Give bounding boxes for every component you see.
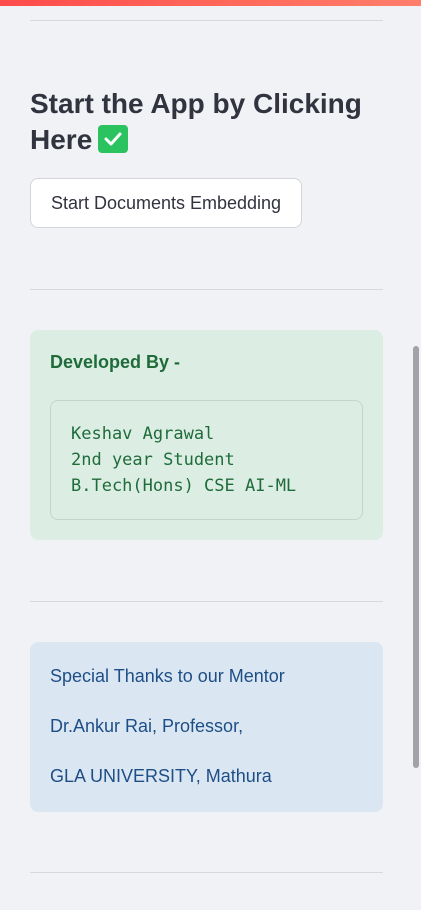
developer-title: Developed By - [50,352,181,372]
divider [30,872,383,873]
thanks-heading: Special Thanks to our Mentor [50,666,285,686]
mentor-university: GLA UNIVERSITY, Mathura [50,766,272,786]
divider [30,601,383,602]
developer-success-box: Developed By - Keshav Agrawal 2nd year S… [30,330,383,540]
developer-name: Keshav Agrawal [71,424,215,444]
check-mark-icon [98,125,129,153]
mentor-info-box: Special Thanks to our Mentor Dr.Ankur Ra… [30,642,383,812]
developer-code-block: Keshav Agrawal 2nd year Student B.Tech(H… [50,400,363,520]
start-documents-embedding-button[interactable]: Start Documents Embedding [30,178,302,228]
developer-year: 2nd year Student [71,450,235,470]
sidebar-heading: Start the App by Clicking Here [30,86,370,158]
divider [30,289,383,290]
heading-text: Start the App by Clicking Here [30,88,362,155]
divider [30,20,383,21]
sidebar-scrollbar-thumb[interactable] [413,346,419,768]
top-accent-bar [0,0,421,6]
mentor-name: Dr.Ankur Rai, Professor, [50,716,244,736]
developer-course: B.Tech(Hons) CSE AI-ML [71,476,297,496]
